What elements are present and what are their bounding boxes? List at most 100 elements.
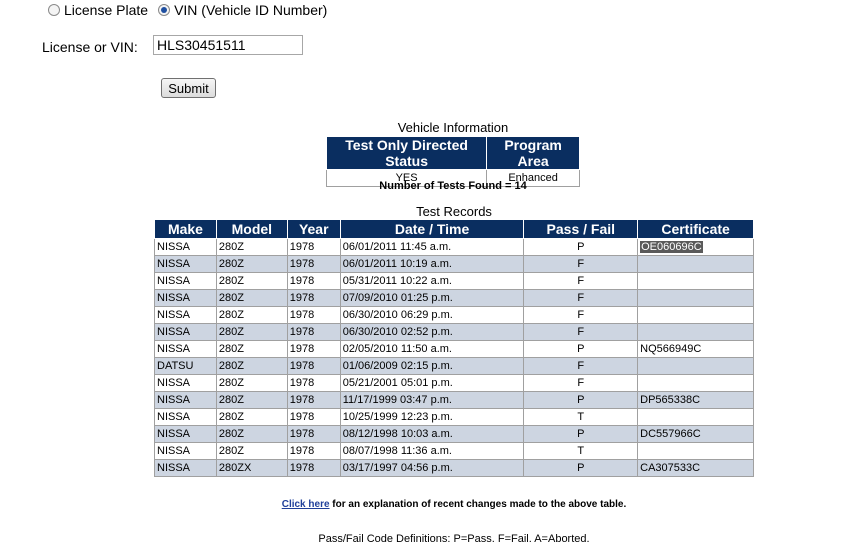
cell-make: NISSA	[154, 238, 217, 256]
cell-make: NISSA	[154, 391, 217, 409]
cell-year: 1978	[286, 374, 341, 392]
cell-date-time: 02/05/2010 11:50 a.m.	[339, 340, 525, 358]
table-row: NISSA 280Z 1978 06/30/2010 02:52 p.m. F	[154, 323, 754, 341]
cell-make: NISSA	[154, 374, 217, 392]
cell-certificate	[637, 357, 754, 375]
cell-year: 1978	[286, 408, 341, 426]
cell-year: 1978	[286, 255, 341, 273]
column-header-certificate: Certificate	[637, 219, 754, 239]
cell-make: NISSA	[154, 323, 217, 341]
cell-year: 1978	[286, 306, 341, 324]
cell-pass-fail: F	[523, 306, 639, 324]
test-records-body: NISSA 280Z 1978 06/01/2011 11:45 a.m. P OE060…	[154, 238, 754, 477]
table-row: NISSA 280Z 1978 08/12/1998 10:03 a.m. P DC557…	[154, 425, 754, 443]
cell-date-time: 05/21/2001 05:01 p.m.	[339, 374, 525, 392]
cell-model: 280Z	[215, 442, 288, 460]
cell-make: NISSA	[154, 340, 217, 358]
cell-certificate	[637, 374, 754, 392]
cell-pass-fail: F	[523, 289, 639, 307]
cell-certificate: NQ566949C	[637, 340, 754, 358]
table-row: NISSA 280Z 1978 06/01/2011 11:45 a.m. P OE060…	[154, 238, 754, 256]
table-row: NISSA 280Z 1978 07/09/2010 01:25 p.m. F	[154, 289, 754, 307]
cell-model: 280Z	[215, 408, 288, 426]
table-row: NISSA 280Z 1978 02/05/2010 11:50 a.m. P NQ566…	[154, 340, 754, 358]
test-records-table: Make Model Year Date / Time Pass / Fail …	[154, 219, 754, 477]
license-plate-label[interactable]: License Plate	[64, 2, 148, 18]
cell-date-time: 06/30/2010 06:29 p.m.	[339, 306, 525, 324]
cell-date-time: 05/31/2011 10:22 a.m.	[339, 272, 525, 290]
changes-note: Click here for an explanation of recent …	[154, 499, 754, 510]
submit-button[interactable]: Submit	[161, 78, 216, 98]
cell-pass-fail: T	[523, 442, 639, 460]
table-row: NISSA 280Z 1978 06/30/2010 06:29 p.m. F	[154, 306, 754, 324]
cell-year: 1978	[286, 459, 341, 477]
cell-model: 280Z	[215, 425, 288, 443]
cell-make: NISSA	[154, 272, 217, 290]
cell-model: 280Z	[215, 323, 288, 341]
cell-certificate	[637, 289, 754, 307]
cell-model: 280Z	[215, 357, 288, 375]
table-row: NISSA 280Z 1978 05/31/2011 10:22 a.m. F	[154, 272, 754, 290]
cell-make: NISSA	[154, 255, 217, 273]
cell-year: 1978	[286, 442, 341, 460]
cell-date-time: 11/17/1999 03:47 p.m.	[339, 391, 525, 409]
vehicle-info-header: Test Only Directed Status	[325, 136, 488, 170]
column-header-make: Make	[154, 219, 217, 239]
column-header-pass-fail: Pass / Fail	[523, 219, 639, 239]
cell-pass-fail: P	[523, 340, 639, 358]
cell-year: 1978	[286, 357, 341, 375]
license-or-vin-input[interactable]	[153, 35, 303, 55]
cell-certificate	[637, 272, 754, 290]
changes-note-text: for an explanation of recent changes mad…	[329, 499, 627, 510]
column-header-year: Year	[286, 219, 341, 239]
license-plate-radio[interactable]	[48, 4, 60, 16]
cell-model: 280Z	[215, 238, 288, 256]
tests-found-count: Number of Tests Found = 14	[379, 180, 527, 192]
cell-model: 280Z	[215, 391, 288, 409]
cell-model: 280Z	[215, 255, 288, 273]
cell-model: 280ZX	[215, 459, 288, 477]
cell-pass-fail: F	[523, 272, 639, 290]
cell-year: 1978	[286, 272, 341, 290]
cell-model: 280Z	[215, 272, 288, 290]
cell-pass-fail: F	[523, 323, 639, 341]
cell-date-time: 07/09/2010 01:25 p.m.	[339, 289, 525, 307]
cell-certificate: CA307533C	[637, 459, 754, 477]
cell-make: NISSA	[154, 408, 217, 426]
table-row: NISSA 280ZX 1978 03/17/1997 04:56 p.m. P CA30…	[154, 459, 754, 477]
cell-date-time: 06/30/2010 02:52 p.m.	[339, 323, 525, 341]
vehicle-info-caption: Vehicle Information	[397, 120, 509, 135]
cell-pass-fail: T	[523, 408, 639, 426]
cell-year: 1978	[286, 323, 341, 341]
table-row: NISSA 280Z 1978 10/25/1999 12:23 p.m. T	[154, 408, 754, 426]
table-row: NISSA 280Z 1978 05/21/2001 05:01 p.m. F	[154, 374, 754, 392]
cell-date-time: 08/12/1998 10:03 a.m.	[339, 425, 525, 443]
cell-certificate: DC557966C	[637, 425, 754, 443]
cell-pass-fail: P	[523, 425, 639, 443]
test-records-header-row: Make Model Year Date / Time Pass / Fail …	[154, 219, 754, 239]
cell-date-time: 03/17/1997 04:56 p.m.	[339, 459, 525, 477]
cell-model: 280Z	[215, 289, 288, 307]
cell-year: 1978	[286, 425, 341, 443]
cell-pass-fail: F	[523, 357, 639, 375]
search-type-options: License Plate VIN (Vehicle ID Number)	[48, 0, 337, 20]
cell-pass-fail: F	[523, 255, 639, 273]
cell-certificate	[637, 255, 754, 273]
vin-label[interactable]: VIN (Vehicle ID Number)	[174, 2, 327, 18]
vehicle-info-header: Program Area	[486, 136, 580, 170]
selected-certificate-text[interactable]: OE060696C	[640, 241, 703, 253]
cell-year: 1978	[286, 391, 341, 409]
cell-certificate	[637, 323, 754, 341]
column-header-date-time: Date / Time	[339, 219, 525, 239]
cell-certificate	[637, 306, 754, 324]
cell-date-time: 08/07/1998 11:36 a.m.	[339, 442, 525, 460]
table-row: NISSA 280Z 1978 08/07/1998 11:36 a.m. T	[154, 442, 754, 460]
vin-radio[interactable]	[158, 4, 171, 16]
cell-year: 1978	[286, 289, 341, 307]
test-records-caption: Test Records	[416, 204, 492, 219]
pass-fail-code-definitions: Pass/Fail Code Definitions: P=Pass. F=Fa…	[318, 533, 590, 545]
table-row: NISSA 280Z 1978 06/01/2011 10:19 a.m. F	[154, 255, 754, 273]
cell-date-time: 10/25/1999 12:23 p.m.	[339, 408, 525, 426]
cell-year: 1978	[286, 340, 341, 358]
click-here-link[interactable]: Click here	[282, 499, 330, 510]
